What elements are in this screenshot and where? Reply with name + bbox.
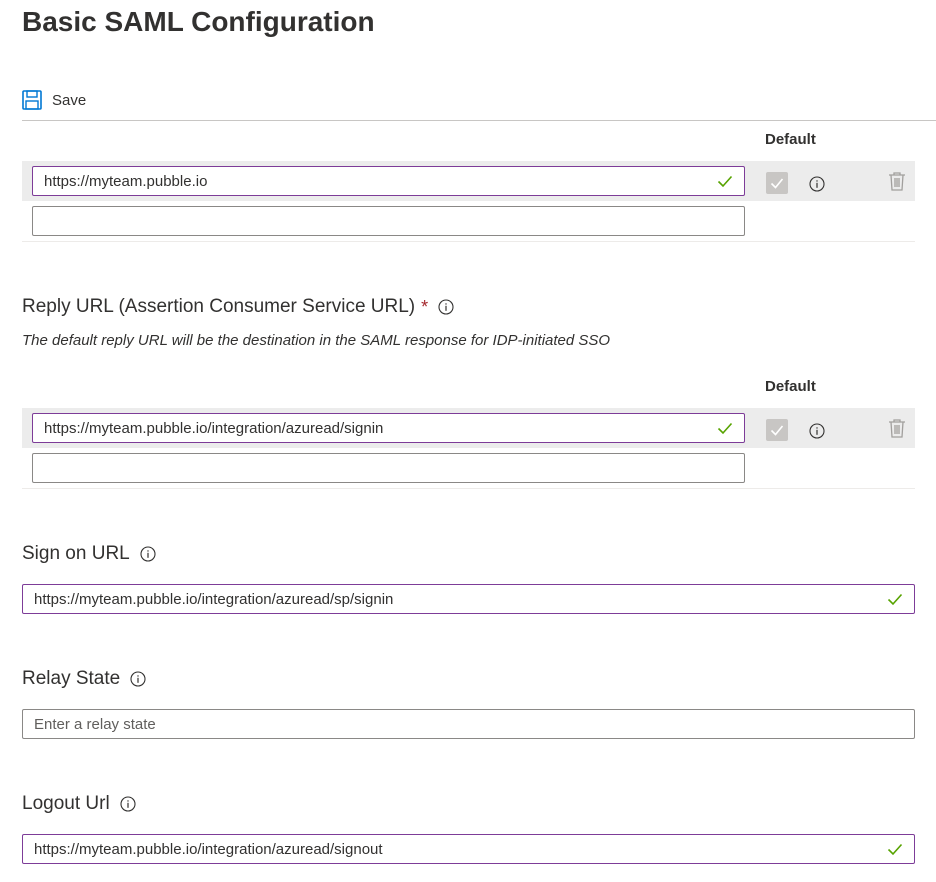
info-icon[interactable] (809, 423, 825, 439)
checkmark-icon (887, 843, 903, 856)
save-button[interactable]: Save (22, 84, 86, 116)
logout-url-label: Logout Url (22, 793, 136, 815)
reply-url-new-input[interactable] (32, 453, 745, 483)
checkmark-icon (770, 178, 784, 189)
sign-on-url-label-text: Sign on URL (22, 543, 130, 564)
reply-url-default-header: Default (765, 378, 816, 395)
reply-url-label-text: Reply URL (Assertion Consumer Service UR… (22, 296, 416, 317)
identifier-new-input[interactable] (32, 206, 745, 236)
reply-url-label: Reply URL (Assertion Consumer Service UR… (22, 296, 454, 318)
reply-url-row-divider (22, 488, 915, 489)
reply-url-default-checkbox[interactable] (766, 419, 788, 441)
page-title: Basic SAML Configuration (22, 6, 375, 37)
info-icon[interactable] (120, 796, 136, 812)
checkmark-icon (717, 422, 733, 435)
identifier-input[interactable]: https://myteam.pubble.io (32, 166, 745, 196)
reply-url-input[interactable]: https://myteam.pubble.io/integration/azu… (32, 413, 745, 443)
save-label: Save (52, 91, 87, 109)
relay-state-placeholder: Enter a relay state (34, 715, 156, 733)
info-icon[interactable] (809, 176, 825, 192)
logout-url-value: https://myteam.pubble.io/integration/azu… (34, 840, 383, 858)
relay-state-label: Relay State (22, 668, 146, 690)
checkmark-icon (717, 175, 733, 188)
relay-state-label-text: Relay State (22, 668, 121, 689)
identifier-default-checkbox[interactable] (766, 172, 788, 194)
toolbar-divider (22, 120, 936, 121)
identifier-row-divider (22, 241, 915, 242)
info-icon[interactable] (438, 299, 454, 315)
trash-icon[interactable] (888, 418, 906, 438)
sign-on-url-label: Sign on URL (22, 543, 156, 565)
info-icon[interactable] (140, 546, 156, 562)
reply-url-value: https://myteam.pubble.io/integration/azu… (44, 419, 384, 437)
trash-icon[interactable] (888, 171, 906, 191)
required-asterisk: * (421, 296, 429, 317)
identifier-value: https://myteam.pubble.io (44, 172, 208, 190)
info-icon[interactable] (130, 671, 146, 687)
sign-on-url-value: https://myteam.pubble.io/integration/azu… (34, 590, 394, 608)
checkmark-icon (770, 425, 784, 436)
save-icon (22, 90, 42, 110)
logout-url-label-text: Logout Url (22, 793, 110, 814)
sign-on-url-input[interactable]: https://myteam.pubble.io/integration/azu… (22, 584, 915, 614)
logout-url-input[interactable]: https://myteam.pubble.io/integration/azu… (22, 834, 915, 864)
checkmark-icon (887, 593, 903, 606)
reply-url-description: The default reply URL will be the destin… (22, 332, 611, 349)
identifier-default-header: Default (765, 131, 816, 148)
relay-state-input[interactable]: Enter a relay state (22, 709, 915, 739)
